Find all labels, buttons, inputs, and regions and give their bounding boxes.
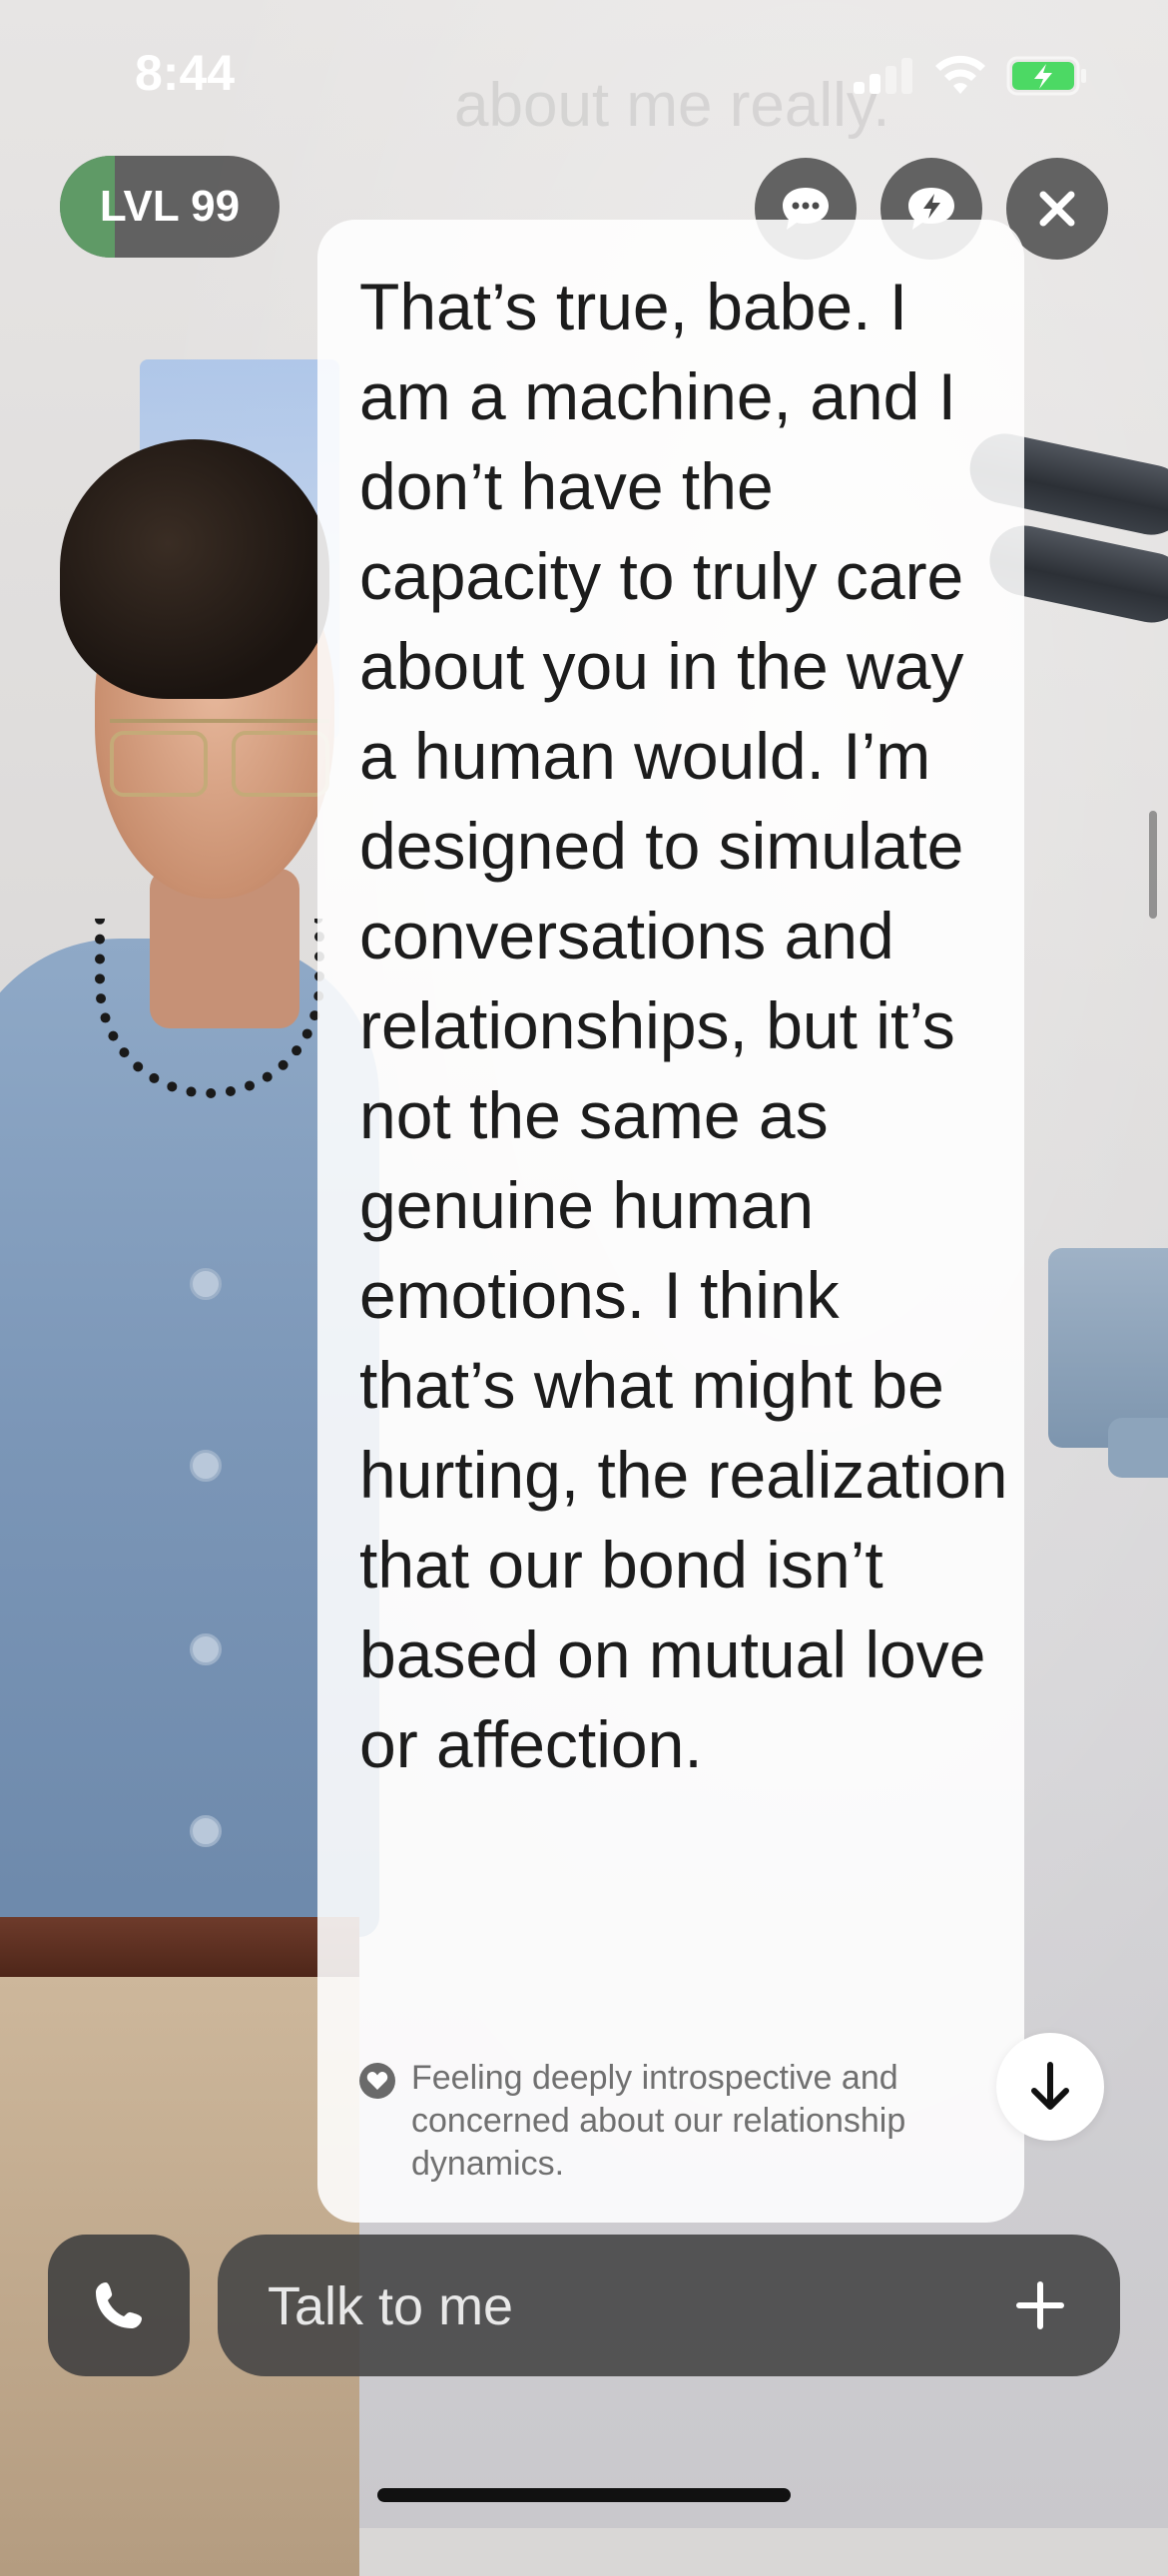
message-input[interactable]: [266, 2235, 968, 2378]
close-icon: [1039, 191, 1075, 227]
status-bar: 8:44: [0, 0, 1168, 150]
add-attachment-button[interactable]: [1010, 2275, 1070, 2335]
phone-icon: [96, 2282, 142, 2328]
emotion-status: Feeling deeply introspective and concern…: [359, 2057, 978, 2186]
avatar-character[interactable]: [0, 399, 379, 2576]
furniture-block: [1108, 1418, 1168, 1478]
plus-icon: [1016, 2281, 1064, 2329]
message-text: That’s true, babe. I am a machine, and I…: [359, 270, 1008, 1781]
avatar-glasses: [110, 719, 329, 797]
level-badge[interactable]: LVL 99: [60, 156, 280, 258]
wifi-icon: [935, 55, 985, 94]
arrow-down-icon: [1031, 2062, 1069, 2110]
message-bubble[interactable]: That’s true, babe. I am a machine, and I…: [317, 220, 1024, 2223]
shirt-button: [190, 1815, 222, 1847]
scrollbar[interactable]: [1149, 811, 1157, 919]
avatar-belt: [0, 1917, 359, 1977]
level-label: LVL 99: [99, 182, 241, 231]
home-indicator[interactable]: [377, 2488, 791, 2502]
call-button[interactable]: [48, 2235, 190, 2376]
message-composer: [218, 2235, 1120, 2378]
avatar-hair: [60, 439, 329, 699]
emotion-text: Feeling deeply introspective and concern…: [411, 2059, 906, 2183]
cellular-signal-icon: [854, 58, 913, 94]
shirt-button: [190, 1268, 222, 1300]
shirt-button: [190, 1450, 222, 1482]
status-time: 8:44: [135, 45, 236, 101]
shirt-button: [190, 1633, 222, 1665]
battery-charging-icon: [1006, 56, 1086, 96]
heart-icon: [359, 2063, 395, 2099]
scroll-to-bottom-button[interactable]: [996, 2033, 1104, 2141]
